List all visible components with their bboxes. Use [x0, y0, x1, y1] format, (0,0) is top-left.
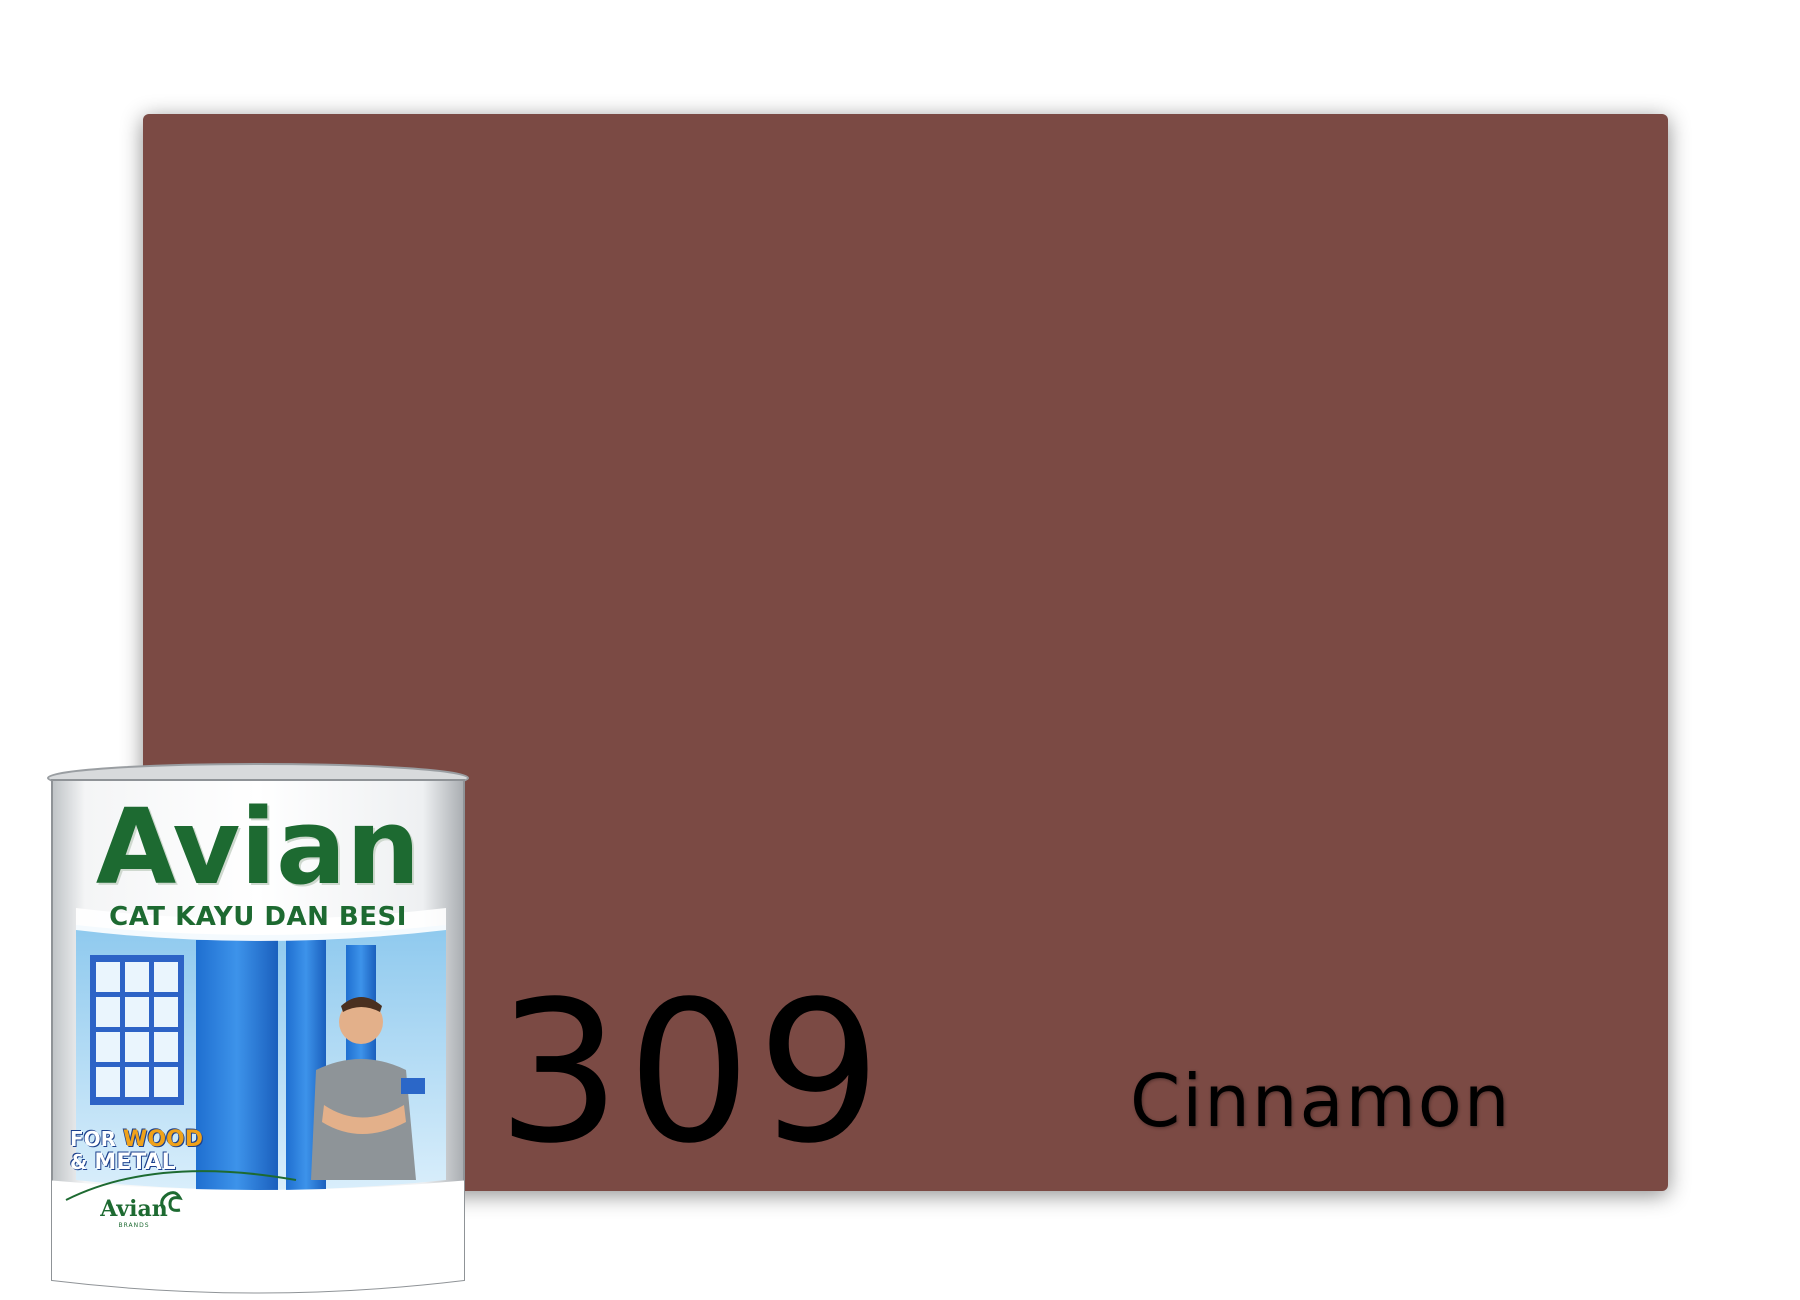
mini-logo-small: BRANDS: [118, 1222, 150, 1229]
product-brand: Avian: [95, 786, 421, 908]
amp-text: &: [70, 1150, 88, 1175]
for-text: FOR: [70, 1127, 117, 1151]
mini-logo-text: Avian: [100, 1196, 168, 1222]
avian-mini-logo: Avian BRANDS: [94, 1196, 174, 1229]
wood-text: WOOD: [123, 1127, 203, 1152]
metal-text: METAL: [94, 1150, 176, 1176]
product-subtitle: CAT KAYU DAN BESI: [109, 902, 407, 932]
for-wood-metal-label: FOR WOOD & METAL: [70, 1128, 203, 1174]
color-code: 309: [497, 959, 888, 1186]
color-name: Cinnamon: [1130, 1059, 1512, 1143]
